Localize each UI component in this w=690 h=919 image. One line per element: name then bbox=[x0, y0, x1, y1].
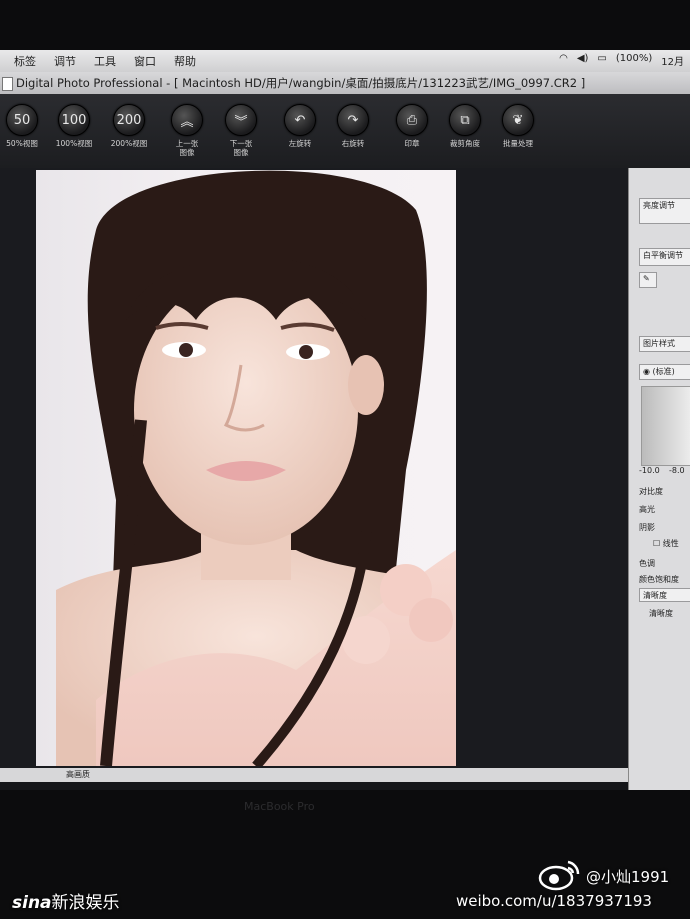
toolbar-button-rotate-right[interactable]: ↷ 右旋转 bbox=[325, 104, 381, 148]
picture-style-section[interactable]: 图片样式 bbox=[639, 336, 690, 352]
toolbar-button-label: 右旋转 bbox=[341, 139, 365, 148]
toolbar-button-label: 左旋转 bbox=[288, 139, 312, 148]
menu-window[interactable]: 窗口 bbox=[134, 53, 156, 69]
document-icon bbox=[2, 77, 13, 91]
menu-label[interactable]: 标签 bbox=[14, 53, 36, 69]
sharpness-select-label: 清晰度 bbox=[643, 591, 667, 600]
sharpness-label: 清晰度 bbox=[649, 609, 673, 618]
picture-style-value: (标准) bbox=[652, 367, 675, 376]
window-title: Digital Photo Professional - [ Macintosh… bbox=[16, 76, 586, 90]
weibo-url: weibo.com/u/1837937193 bbox=[456, 892, 652, 910]
weibo-handle: @小灿1991 bbox=[586, 868, 670, 886]
toolbar-button-label: 批量处理 bbox=[503, 139, 533, 148]
scale-mid-value: -8.0 bbox=[669, 466, 685, 475]
linear-checkbox[interactable]: ☐ 线性 bbox=[653, 538, 679, 549]
weibo-logo-icon bbox=[538, 860, 580, 891]
battery-icon[interactable]: ▭ bbox=[597, 53, 606, 68]
picture-style-select[interactable]: ◉ (标准) bbox=[639, 364, 690, 380]
toolbar-button-label: 上一张 图像 bbox=[175, 139, 199, 157]
sina-brand-cn: 新浪娱乐 bbox=[51, 893, 120, 913]
status-bar: 高画质 bbox=[0, 768, 630, 782]
menu-tools[interactable]: 工具 bbox=[94, 53, 116, 69]
next-image-icon[interactable]: ︾ bbox=[225, 104, 257, 136]
highlight-label: 高光 bbox=[639, 505, 655, 514]
toolbar-button-next-image[interactable]: ︾ 下一张 图像 bbox=[213, 104, 269, 157]
toolbar-button-zoom-50[interactable]: 50 50%视图 bbox=[0, 104, 50, 148]
toolbar-button-label: 印章 bbox=[404, 139, 420, 148]
quality-label: 高画质 bbox=[66, 770, 90, 779]
menu-adjust[interactable]: 调节 bbox=[54, 53, 76, 69]
zoom-50-icon[interactable]: 50 bbox=[6, 104, 38, 136]
white-balance-label: 白平衡调节 bbox=[643, 251, 683, 260]
toolbar-button-label: 裁剪角度 bbox=[450, 139, 480, 148]
volume-icon[interactable]: ◀) bbox=[577, 53, 589, 68]
sina-watermark: sina新浪娱乐 bbox=[12, 888, 120, 913]
contrast-label: 对比度 bbox=[639, 487, 663, 496]
zoom-200-icon[interactable]: 200 bbox=[113, 104, 145, 136]
rotate-right-icon[interactable]: ↷ bbox=[337, 104, 369, 136]
saturation-label: 颜色饱和度 bbox=[639, 575, 679, 584]
battery-percent: (100%) bbox=[615, 53, 653, 64]
picture-style-label: 图片样式 bbox=[643, 339, 675, 348]
sina-brand: sina bbox=[12, 893, 52, 913]
clock[interactable]: 12月 bbox=[661, 53, 684, 68]
status-area: ◠ ◀) ▭ (100%) 12月 bbox=[559, 53, 684, 68]
toolbar-button-label: 200%视图 bbox=[110, 139, 148, 148]
crop-icon[interactable]: ⧉ bbox=[449, 104, 481, 136]
toolbar-button-batch-process[interactable]: ❦ 批量处理 bbox=[490, 104, 546, 148]
brightness-section[interactable]: 亮度调节 bbox=[639, 198, 690, 224]
toolbar-button-label: 50%视图 bbox=[6, 139, 38, 148]
menu-help[interactable]: 帮助 bbox=[174, 53, 196, 69]
stamp-icon[interactable]: ⎙ bbox=[396, 104, 428, 136]
prev-image-icon[interactable]: ︽ bbox=[171, 104, 203, 136]
wifi-icon[interactable]: ◠ bbox=[559, 53, 568, 68]
window-titlebar: Digital Photo Professional - [ Macintosh… bbox=[0, 72, 690, 94]
eyedropper-icon[interactable]: ✎ bbox=[639, 272, 657, 288]
portrait-photo bbox=[36, 170, 456, 766]
portrait-illustration bbox=[56, 170, 456, 766]
white-balance-section[interactable]: 白平衡调节 bbox=[639, 248, 690, 266]
tone-label: 色调 bbox=[639, 559, 655, 568]
linear-label: 线性 bbox=[662, 539, 679, 548]
bezel-label: MacBook Pro bbox=[244, 800, 315, 813]
toolbar-button-prev-image[interactable]: ︽ 上一张 图像 bbox=[159, 104, 215, 157]
image-viewer bbox=[0, 168, 628, 768]
laptop-screen: 标签 调节 工具 窗口 帮助 ◠ ◀) ▭ (100%) 12月 Digital… bbox=[0, 50, 690, 790]
rotate-left-icon[interactable]: ↶ bbox=[284, 104, 316, 136]
toolbar-button-crop[interactable]: ⧉ 裁剪角度 bbox=[437, 104, 493, 148]
mac-menubar: 标签 调节 工具 窗口 帮助 ◠ ◀) ▭ (100%) 12月 bbox=[0, 50, 690, 72]
toolbar-button-zoom-200[interactable]: 200 200%视图 bbox=[101, 104, 157, 148]
camera-icon: ◉ bbox=[643, 367, 650, 376]
shadow-label: 阴影 bbox=[639, 523, 655, 532]
sharpness-select[interactable]: 清晰度 bbox=[639, 588, 690, 602]
brightness-label: 亮度调节 bbox=[643, 201, 675, 210]
scale-min-value: -10.0 bbox=[639, 466, 660, 475]
toolbar-button-label: 100%视图 bbox=[55, 139, 93, 148]
toolbar-button-zoom-100[interactable]: 100 100%视图 bbox=[46, 104, 102, 148]
batch-process-icon[interactable]: ❦ bbox=[502, 104, 534, 136]
toolbar-button-stamp[interactable]: ⎙ 印章 bbox=[384, 104, 440, 148]
tone-curve-graph[interactable] bbox=[641, 386, 690, 466]
tool-palette: 亮度调节 白平衡调节 ✎ 图片样式 ◉ (标准) -10.0 -8.0 对比度 … bbox=[628, 168, 690, 790]
toolbar-button-rotate-left[interactable]: ↶ 左旋转 bbox=[272, 104, 328, 148]
toolbar: 50 50%视图 100 100%视图 200 200%视图 ︽ 上一张 图像 ︾ 下一张 图像 ↶… bbox=[0, 94, 690, 168]
toolbar-button-label: 下一张 图像 bbox=[229, 139, 253, 157]
zoom-100-icon[interactable]: 100 bbox=[58, 104, 90, 136]
